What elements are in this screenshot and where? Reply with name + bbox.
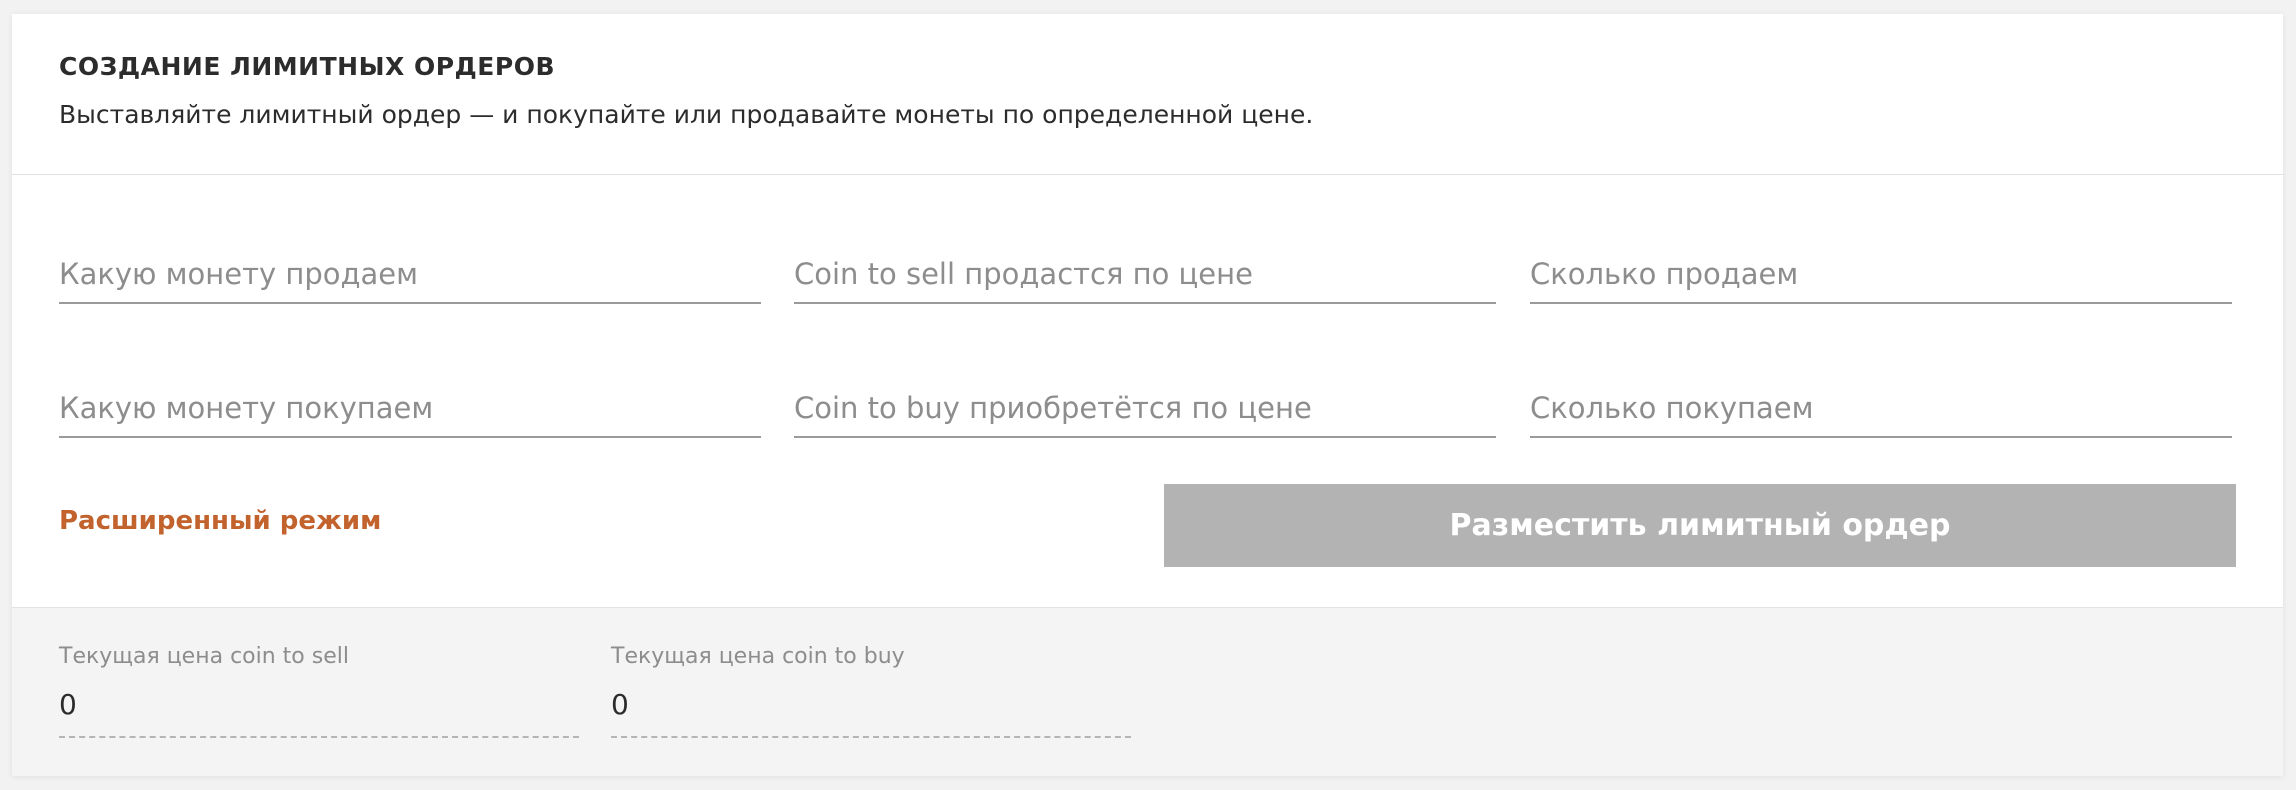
sell-coin-input[interactable] — [59, 246, 761, 302]
sell-amount-field — [1530, 246, 2232, 304]
advanced-mode-link[interactable]: Расширенный режим — [59, 506, 381, 536]
sell-price-readout: Текущая цена coin to sell 0 — [59, 644, 579, 738]
buy-amount-field — [1530, 380, 2232, 438]
buy-price-value: 0 — [611, 688, 629, 721]
sell-coin-field — [59, 246, 761, 304]
buy-coin-input[interactable] — [59, 380, 761, 436]
page-title: СОЗДАНИЕ ЛИМИТНЫХ ОРДЕРОВ — [59, 52, 555, 81]
card-header: СОЗДАНИЕ ЛИМИТНЫХ ОРДЕРОВ Выставляйте ли… — [12, 14, 2283, 175]
page-subtitle: Выставляйте лимитный ордер — и покупайте… — [59, 100, 1314, 129]
place-limit-order-button[interactable]: Разместить лимитный ордер — [1164, 484, 2236, 567]
sell-price-input[interactable] — [794, 246, 1496, 302]
buy-coin-field — [59, 380, 761, 438]
sell-amount-input[interactable] — [1530, 246, 2232, 302]
sell-price-field — [794, 246, 1496, 304]
limit-order-card: СОЗДАНИЕ ЛИМИТНЫХ ОРДЕРОВ Выставляйте ли… — [12, 14, 2283, 776]
sell-price-value: 0 — [59, 688, 77, 721]
buy-amount-input[interactable] — [1530, 380, 2232, 436]
buy-price-readout: Текущая цена coin to buy 0 — [611, 644, 1131, 738]
buy-price-label: Текущая цена coin to buy — [611, 644, 905, 669]
current-prices-panel: Текущая цена coin to sell 0 Текущая цена… — [12, 607, 2283, 776]
buy-price-field — [794, 380, 1496, 438]
buy-price-input[interactable] — [794, 380, 1496, 436]
sell-price-label: Текущая цена coin to sell — [59, 644, 349, 669]
